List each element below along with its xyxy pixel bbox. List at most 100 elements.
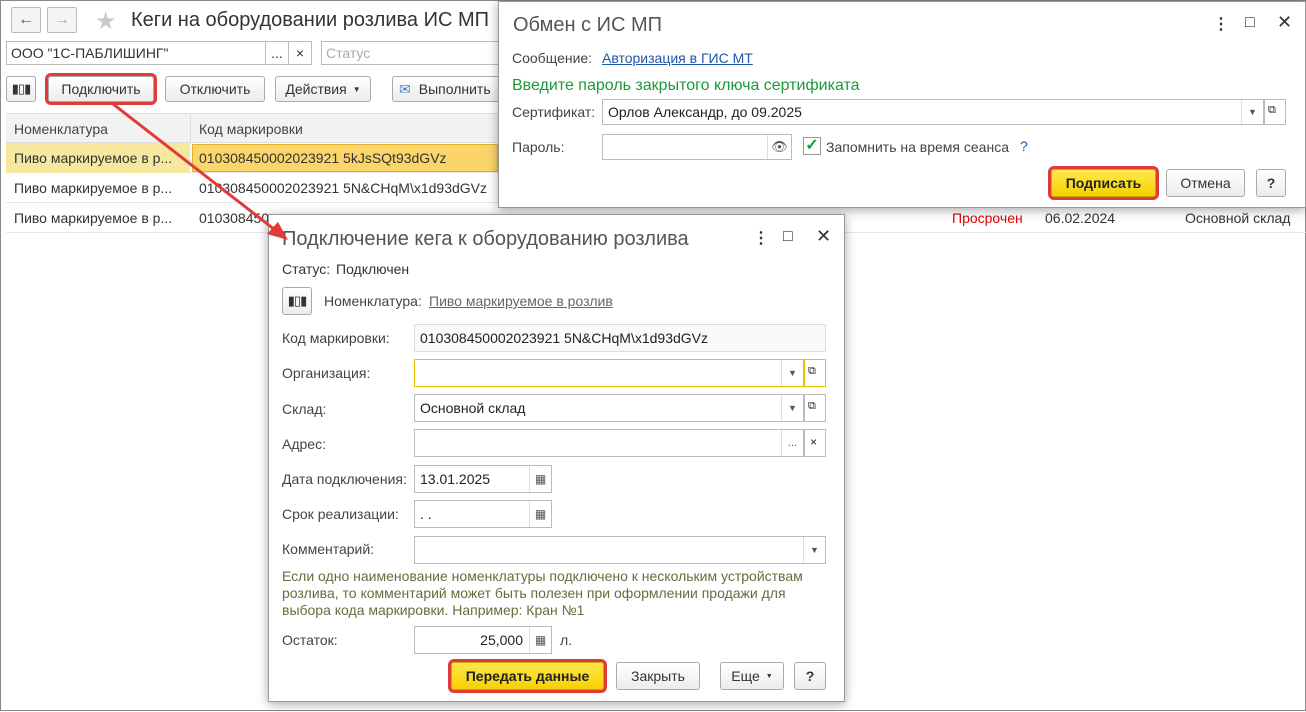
connect-date-value: 13.01.2025 <box>420 471 491 487</box>
close-icon[interactable]: ✕ <box>816 226 831 247</box>
term-label: Срок реализации: <box>282 506 399 522</box>
cell-code: 010308450002023921 5kJsSQt93dGVz <box>199 150 447 166</box>
table-header: Номенклатура Код маркировки <box>6 113 506 144</box>
more-label: Еще <box>731 668 760 684</box>
address-select-button[interactable]: ... <box>781 430 803 456</box>
message-link[interactable]: Авторизация в ГИС МТ <box>602 50 753 66</box>
back-button[interactable]: ← <box>11 7 41 33</box>
disconnect-button[interactable]: Отключить <box>165 76 265 102</box>
warehouse-dropdown-button[interactable]: ▼ <box>781 395 803 421</box>
password-prompt: Введите пароль закрытого ключа сертифика… <box>512 77 860 94</box>
screen-frame: ← → ★ Кеги на оборудовании розлива ИС МП… <box>0 0 1306 711</box>
term-value: . . <box>420 506 432 522</box>
close-button[interactable]: Закрыть <box>616 662 700 690</box>
arrow-right-icon: → <box>54 11 70 28</box>
status-filter[interactable]: Статус <box>321 41 501 65</box>
execute-button[interactable]: ✉ Выполнить <box>392 76 502 102</box>
status-value: Подключен <box>336 261 410 277</box>
term-input[interactable]: . . ▦ <box>414 500 552 528</box>
envelope-icon: ✉ <box>399 80 411 97</box>
column-header-code[interactable]: Код маркировки <box>199 121 303 137</box>
remember-checkbox[interactable]: ✓ <box>803 137 821 155</box>
connect-button[interactable]: Подключить <box>45 73 157 105</box>
barcode-scan-button[interactable]: ▮▯▮ <box>282 287 312 315</box>
arrow-left-icon: ← <box>18 11 34 28</box>
certificate-select[interactable]: Орлов Александр, до 09.2025 ▼ <box>602 99 1264 125</box>
remember-label: Запомнить на время сеанса <box>826 139 1009 155</box>
certificate-value: Орлов Александр, до 09.2025 <box>608 104 802 120</box>
comment-select[interactable]: ▼ <box>414 536 826 564</box>
more-options-icon[interactable]: ⋮ <box>1213 14 1229 34</box>
address-input[interactable]: ... <box>414 429 804 457</box>
rest-value: 25,000 <box>480 632 523 648</box>
cell-code: 010308450 <box>199 210 270 226</box>
open-icon: ⧉ <box>1268 104 1276 116</box>
warehouse-value: Основной склад <box>420 400 526 416</box>
comment-hint: Если одно наименование номенклатуры подк… <box>282 568 803 618</box>
status-label: Статус: <box>282 261 331 277</box>
code-label: Код маркировки: <box>282 330 390 346</box>
actions-label: Действия <box>285 81 347 97</box>
organization-filter[interactable]: ООО "1С-ПАБЛИШИНГ" <box>6 41 266 65</box>
connect-keg-dialog: Подключение кега к оборудованию розлива … <box>268 214 845 702</box>
org-clear-button[interactable]: × <box>288 41 312 65</box>
message-label: Сообщение: <box>512 50 593 66</box>
cancel-button[interactable]: Отмена <box>1166 169 1245 197</box>
open-icon: ⧉ <box>808 400 816 412</box>
nomenclature-link[interactable]: Пиво маркируемое в розлив <box>429 293 613 309</box>
barcode-icon: ▮▯▮ <box>11 81 31 96</box>
org-select-button[interactable]: ... <box>265 41 289 65</box>
password-input[interactable]: 👁 <box>602 134 792 160</box>
comment-dropdown-button[interactable]: ▼ <box>803 537 825 563</box>
more-button[interactable]: Еще ▼ <box>720 662 784 690</box>
cell-nomenclature: Пиво маркируемое в р... <box>14 210 173 226</box>
cell-nomenclature: Пиво маркируемое в р... <box>14 180 173 196</box>
actions-menu-button[interactable]: Действия ▼ <box>275 76 371 102</box>
cell-status: Просрочен <box>952 210 1023 226</box>
organization-select[interactable]: ▼ <box>414 359 804 387</box>
nomenclature-label: Номенклатура: <box>324 293 422 309</box>
connect-dialog-title: Подключение кега к оборудованию розлива <box>282 228 689 250</box>
barcode-icon: ▮▯▮ <box>287 293 307 308</box>
organization-dropdown-button[interactable]: ▼ <box>781 360 803 386</box>
warehouse-label: Склад: <box>282 401 327 417</box>
calculator-icon[interactable]: ▦ <box>529 627 551 653</box>
exchange-dialog: Обмен с ИС МП ⋮ □ ✕ Сообщение: Авторизац… <box>498 1 1306 208</box>
code-field: 010308450002023921 5N&CHqM\x1d93dGVz <box>414 324 826 352</box>
help-button[interactable]: ? <box>794 662 826 690</box>
eye-icon[interactable]: 👁 <box>767 135 791 159</box>
connect-date-label: Дата подключения: <box>282 471 407 487</box>
cell-code: 010308450002023921 5N&CHqM\x1d93dGVz <box>199 180 487 196</box>
password-label: Пароль: <box>512 139 565 155</box>
address-label: Адрес: <box>282 436 326 452</box>
maximize-icon[interactable]: □ <box>783 228 793 246</box>
comment-label: Комментарий: <box>282 541 375 557</box>
maximize-icon[interactable]: □ <box>1245 14 1255 32</box>
address-clear-button[interactable]: × <box>804 429 826 457</box>
chevron-down-icon: ▼ <box>765 672 773 680</box>
column-header-nomenclature[interactable]: Номенклатура <box>14 121 108 137</box>
help-icon[interactable]: ? <box>1020 138 1028 154</box>
favorite-star-icon[interactable]: ★ <box>95 7 117 36</box>
forward-button[interactable]: → <box>47 7 77 33</box>
help-button[interactable]: ? <box>1256 169 1286 197</box>
close-icon[interactable]: ✕ <box>1277 12 1292 33</box>
certificate-dropdown-button[interactable]: ▼ <box>1241 100 1263 124</box>
cell-date: 06.02.2024 <box>1045 210 1116 226</box>
rest-input[interactable]: 25,000 ▦ <box>414 626 552 654</box>
sign-button[interactable]: Подписать <box>1048 166 1159 200</box>
warehouse-select[interactable]: Основной склад ▼ <box>414 394 804 422</box>
organization-label: Организация: <box>282 365 371 381</box>
cell-warehouse: Основной склад <box>1185 210 1291 226</box>
send-data-button[interactable]: Передать данные <box>448 659 607 693</box>
barcode-scan-button[interactable]: ▮▯▮ <box>6 76 36 102</box>
connect-date-input[interactable]: 13.01.2025 ▦ <box>414 465 552 493</box>
calendar-icon[interactable]: ▦ <box>529 466 551 492</box>
exchange-dialog-title: Обмен с ИС МП <box>513 14 663 36</box>
warehouse-open-button[interactable]: ⧉ <box>804 394 826 422</box>
more-options-icon[interactable]: ⋮ <box>753 228 769 248</box>
organization-open-button[interactable]: ⧉ <box>804 359 826 387</box>
certificate-open-button[interactable]: ⧉ <box>1264 99 1286 125</box>
rest-unit: л. <box>560 632 573 648</box>
calendar-icon[interactable]: ▦ <box>529 501 551 527</box>
